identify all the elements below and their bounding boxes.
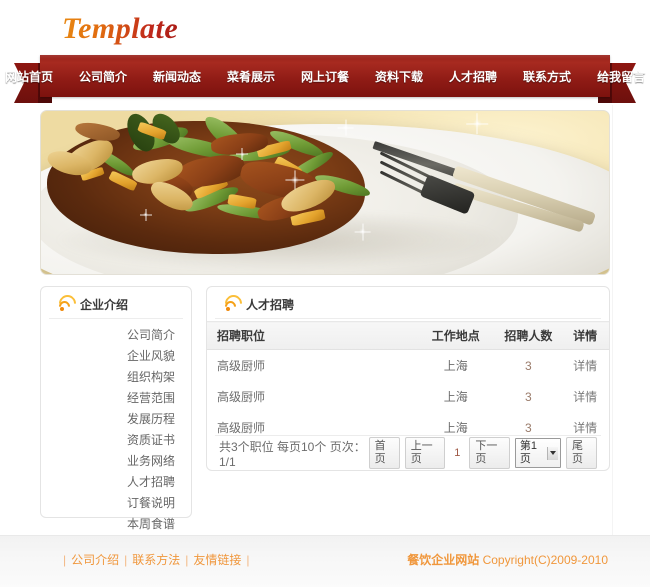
footer-link[interactable]: 友情链接 — [193, 553, 241, 567]
sidebar-item[interactable]: 业务网络 — [41, 451, 175, 472]
footer-copyright: 餐饮企业网站 Copyright(C)2009-2010 — [407, 551, 608, 568]
prev-page-button[interactable]: 上一页 — [404, 437, 446, 469]
chevron-down-icon — [546, 446, 558, 460]
rss-icon — [221, 290, 246, 316]
sidebar-header: 企业介绍 — [49, 290, 183, 319]
main-navigation: 网站首页 公司简介 新闻动态 菜肴展示 网上订餐 资料下载 人才招聘 联系方式 给我留言 — [0, 55, 650, 105]
sidebar-menu: 公司简介 企业风貌 组织构架 经营范围 发展历程 资质证书 业务网络 人才招聘 订餐说明 本周食谱 — [41, 325, 191, 535]
nav-home[interactable]: 网站首页 — [0, 64, 66, 89]
job-count: 3 — [525, 389, 532, 404]
site-footer: | 公司介绍 | 联系方法 | 友情链接 | 餐饮企业网站 Copyright(C)2009… — [0, 535, 650, 587]
job-location: 上海 — [443, 390, 468, 404]
header-detail: 详情 — [561, 321, 609, 350]
site-logo[interactable]: Template — [62, 12, 178, 46]
page-right-edge — [612, 105, 613, 535]
sidebar-title: 企业介绍 — [80, 297, 129, 312]
sidebar-item[interactable]: 人才招聘 — [41, 472, 175, 493]
jobs-table: 招聘职位 工作地点 招聘人数 详情 高级厨师 上海 3 详情 高级厨师 上海 3 详情 高级厨师… — [207, 321, 609, 443]
footer-links: | 公司介绍 | 联系方法 | 友情链接 | — [58, 551, 255, 568]
rss-icon — [55, 290, 80, 316]
nav-dishes[interactable]: 菜肴展示 — [214, 64, 288, 89]
pagination-controls: 首页 上一页 1 下一页 第1页 尾页 — [368, 437, 597, 469]
footer-separator: | — [246, 553, 250, 567]
footer-separator: | — [185, 553, 189, 567]
nav-order[interactable]: 网上订餐 — [288, 64, 362, 89]
nav-downloads[interactable]: 资料下载 — [362, 64, 436, 89]
jobs-title: 人才招聘 — [246, 297, 295, 312]
banner-image — [40, 110, 610, 275]
sidebar-item[interactable]: 企业风貌 — [41, 346, 175, 367]
header-count: 招聘人数 — [495, 321, 562, 350]
table-row: 高级厨师 上海 3 详情 — [207, 381, 609, 412]
job-position: 高级厨师 — [217, 390, 266, 404]
job-count: 3 — [525, 358, 532, 373]
footer-separator: | — [124, 553, 128, 567]
footer-link[interactable]: 公司介绍 — [71, 553, 119, 567]
next-page-button[interactable]: 下一页 — [469, 437, 510, 469]
sidebar-item[interactable]: 资质证书 — [41, 430, 175, 451]
nav-list: 网站首页 公司简介 新闻动态 菜肴展示 网上订餐 资料下载 人才招聘 联系方式 给我留言 — [0, 64, 650, 89]
sidebar-item[interactable]: 订餐说明 — [41, 493, 175, 514]
sidebar-item[interactable]: 发展历程 — [41, 409, 175, 430]
footer-link[interactable]: 联系方法 — [132, 553, 180, 567]
page-select-value: 第1页 — [519, 440, 537, 465]
job-detail-link[interactable]: 详情 — [561, 381, 609, 412]
current-page-number: 1 — [454, 447, 461, 459]
jobs-header: 人才招聘 — [215, 290, 601, 319]
page-select[interactable]: 第1页 — [514, 438, 561, 468]
header-location: 工作地点 — [415, 321, 496, 350]
nav-about[interactable]: 公司简介 — [66, 64, 140, 89]
nav-contact[interactable]: 联系方式 — [510, 64, 584, 89]
nav-message[interactable]: 给我留言 — [584, 64, 650, 89]
jobs-panel: 人才招聘 招聘职位 工作地点 招聘人数 详情 高级厨师 上海 3 详情 高级厨师 上海 3 详… — [206, 286, 610, 471]
sidebar-item[interactable]: 经营范围 — [41, 388, 175, 409]
footer-separator: | — [63, 553, 67, 567]
header-position: 招聘职位 — [207, 321, 416, 350]
food-photo-icon — [41, 111, 609, 274]
sidebar-panel: 企业介绍 公司简介 企业风貌 组织构架 经营范围 发展历程 资质证书 业务网络 人才招聘 订餐说… — [40, 286, 192, 531]
nav-jobs[interactable]: 人才招聘 — [436, 64, 510, 89]
table-header-row: 招聘职位 工作地点 招聘人数 详情 — [207, 321, 609, 350]
pagination: 共3个职位 每页10个 页次：1/1 首页 上一页 1 下一页 第1页 尾页 — [215, 435, 601, 470]
sidebar-item[interactable]: 组织构架 — [41, 367, 175, 388]
table-body: 高级厨师 上海 3 详情 高级厨师 上海 3 详情 高级厨师 上海 3 详情 — [207, 350, 609, 444]
footer-site-name: 餐饮企业网站 — [407, 553, 480, 567]
sidebar-item[interactable]: 公司简介 — [41, 325, 175, 346]
footer-copyright-text: Copyright(C)2009-2010 — [482, 553, 608, 567]
nav-news[interactable]: 新闻动态 — [140, 64, 214, 89]
table-row: 高级厨师 上海 3 详情 — [207, 350, 609, 382]
site-header: Template — [0, 0, 650, 60]
pagination-info: 共3个职位 每页10个 页次：1/1 — [219, 439, 366, 469]
job-location: 上海 — [443, 359, 468, 373]
last-page-button[interactable]: 尾页 — [565, 437, 597, 469]
job-detail-link[interactable]: 详情 — [561, 350, 609, 382]
content-area: 企业介绍 公司简介 企业风貌 组织构架 经营范围 发展历程 资质证书 业务网络 人才招聘 订餐说… — [40, 286, 610, 531]
nav-bar: 网站首页 公司简介 新闻动态 菜肴展示 网上订餐 资料下载 人才招聘 联系方式 给我留言 — [5, 55, 645, 97]
page-root: Template 网站首页 公司简介 新闻动态 菜肴展示 网上订餐 资料下载 人才招聘 联系方… — [0, 0, 650, 587]
job-position: 高级厨师 — [217, 359, 266, 373]
first-page-button[interactable]: 首页 — [368, 437, 400, 469]
sidebar-item[interactable]: 本周食谱 — [41, 514, 175, 535]
